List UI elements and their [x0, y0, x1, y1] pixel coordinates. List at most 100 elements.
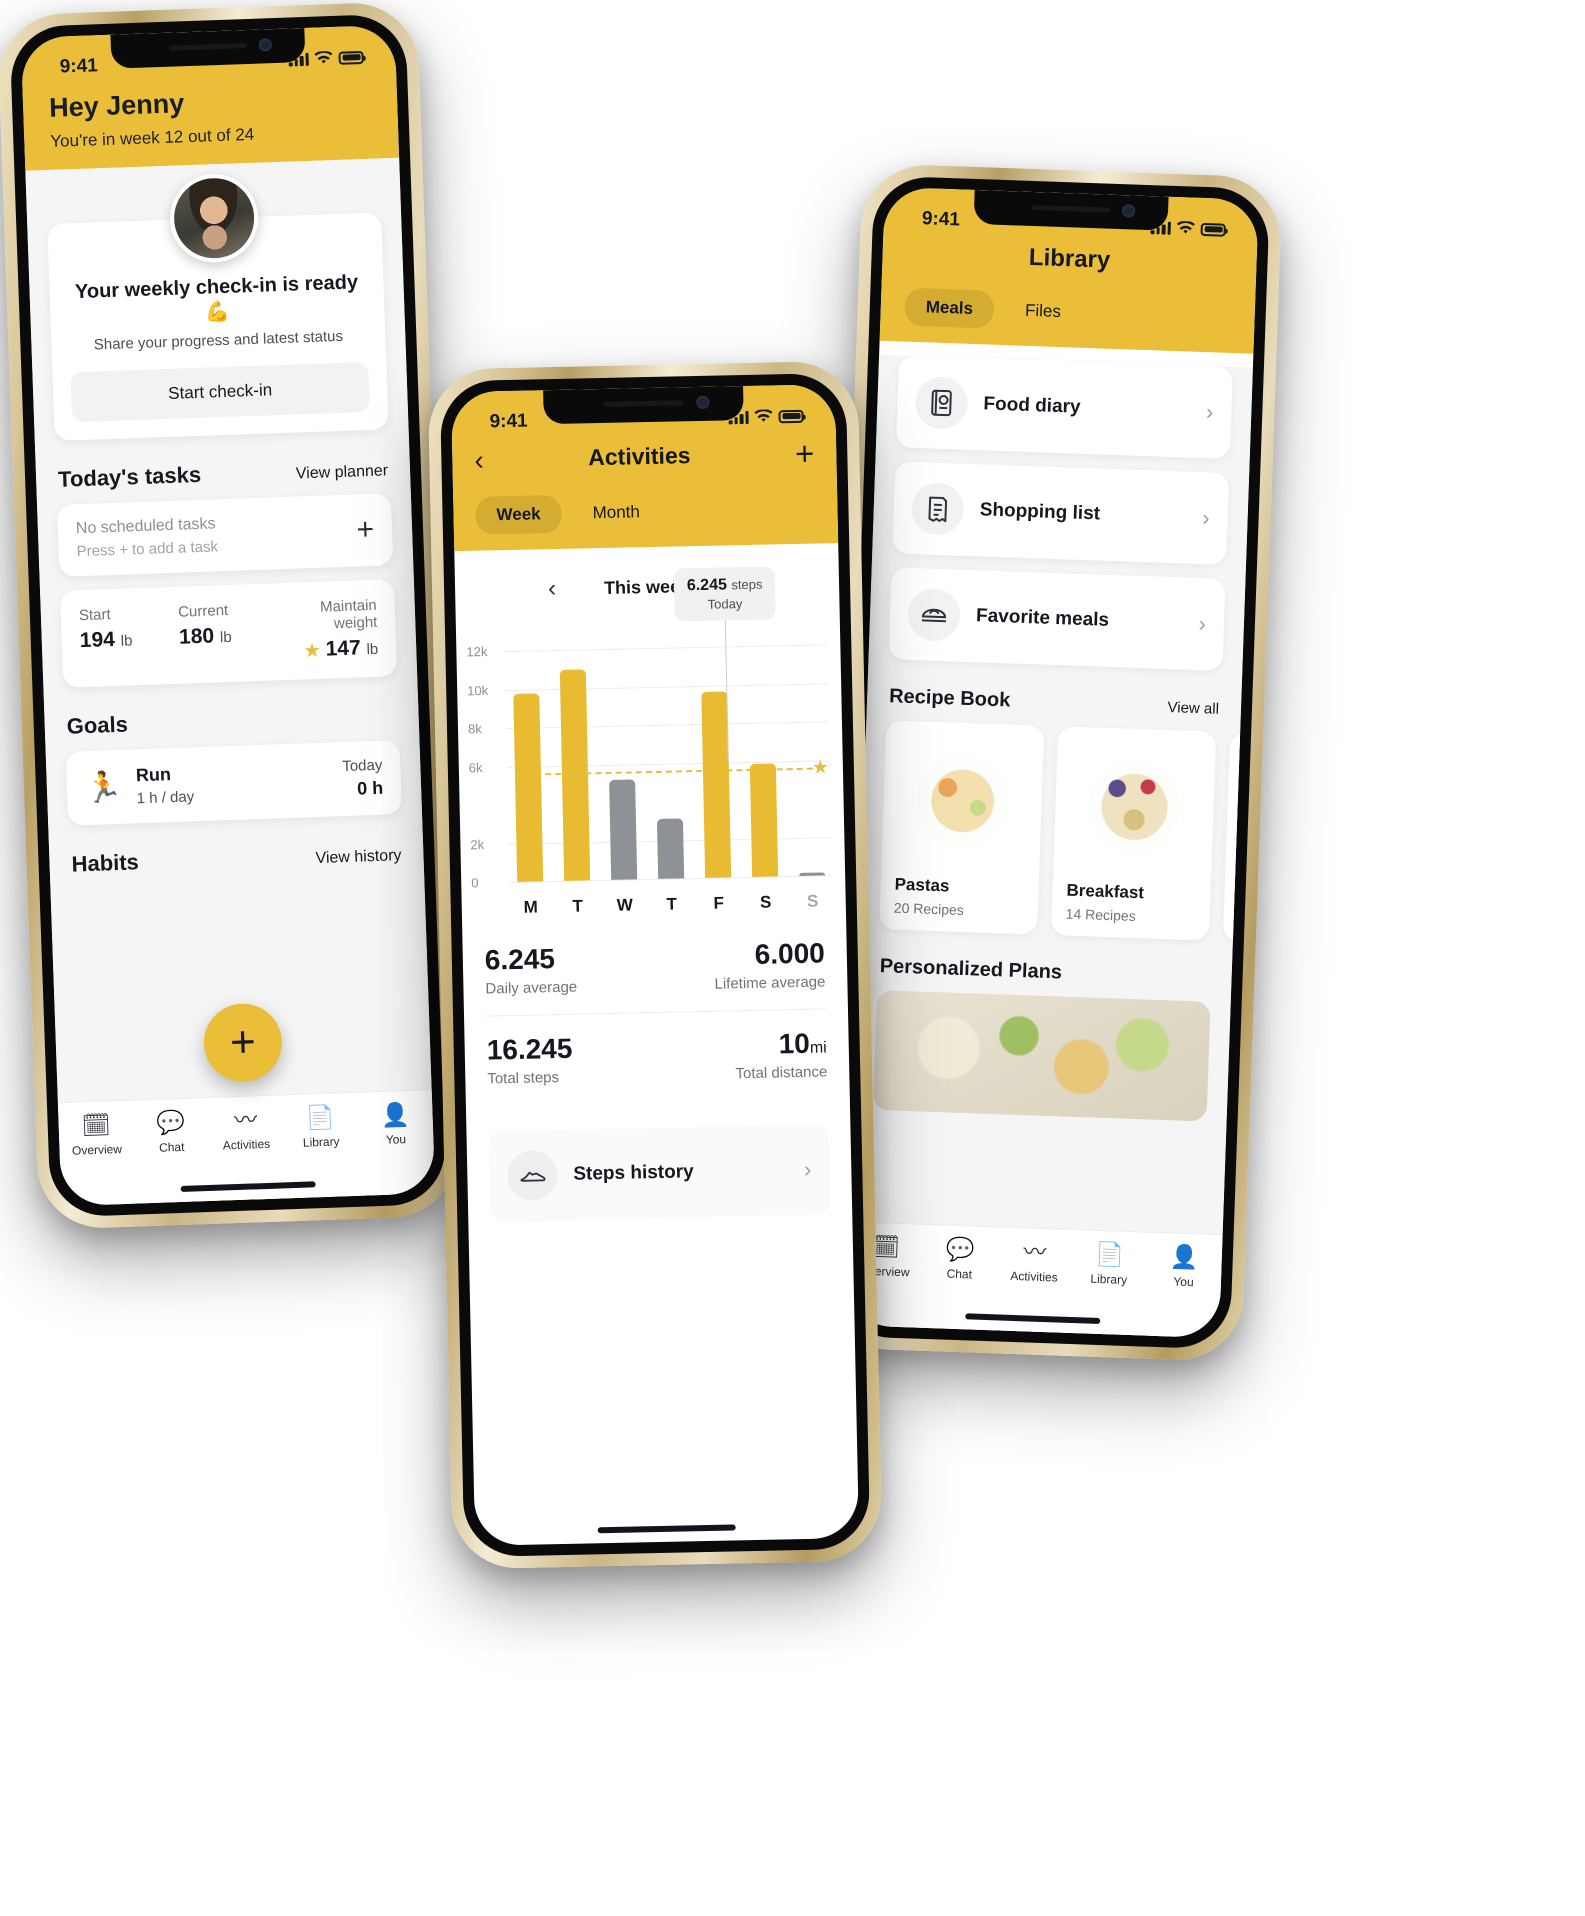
- recipe-card[interactable]: Pastas 20 Recipes: [879, 720, 1045, 935]
- x-tick-label: T: [572, 896, 584, 916]
- tab-you[interactable]: 👤 You: [1146, 1243, 1222, 1291]
- phone2-bezel: 9:41 ‹ Activities + Week Month ‹ This we…: [439, 372, 871, 1558]
- chart-y-axis: 0 2k 6k 8k 10k 12k: [466, 621, 832, 890]
- chart-bars: [512, 629, 826, 882]
- week-progress-text: You're in week 12 out of 24: [50, 124, 255, 151]
- y-tick-label: 10k: [467, 682, 489, 699]
- tab-library[interactable]: 📄 Library: [283, 1104, 359, 1151]
- food-diary-icon: [914, 376, 969, 430]
- tab-activities-label: Activities: [1010, 1268, 1058, 1285]
- library-tabs: Meals Files: [904, 287, 1231, 337]
- battery-icon: [338, 50, 364, 65]
- recipe-image: [1068, 740, 1201, 874]
- no-tasks-label: No scheduled tasks: [75, 515, 216, 538]
- recipe-count: 10 Recipes: [1237, 911, 1258, 930]
- y-tick-label: 0: [471, 875, 479, 891]
- recipe-card-list: Pastas 20 Recipes Breakfast 14 Recipes S…: [879, 720, 1259, 947]
- home-indicator: [597, 1524, 736, 1534]
- stats-block: 6.245 Daily average 6.000 Lifetime avera…: [484, 919, 828, 1106]
- checkin-card[interactable]: Your weekly check-in is ready 💪 Share yo…: [47, 172, 389, 441]
- tab-meals[interactable]: Meals: [904, 287, 995, 329]
- habits-section-header: Habits View history: [71, 840, 402, 878]
- x-tick-label: W: [616, 895, 633, 915]
- chart-x-axis: MTWTFSS: [518, 891, 826, 917]
- tab-you[interactable]: 👤 You: [357, 1101, 433, 1148]
- prev-week-button[interactable]: ‹: [548, 575, 557, 603]
- notch: [973, 189, 1170, 231]
- recipe-name: Breakfast: [1066, 880, 1145, 903]
- library-row-label: Shopping list: [979, 499, 1101, 525]
- tab-overview[interactable]: 🗓 Overview: [58, 1111, 134, 1159]
- front-camera: [695, 395, 710, 410]
- total-steps-value: 16.245: [486, 1032, 573, 1066]
- tab-you-label: You: [1173, 1274, 1194, 1290]
- library-row-shopping-list[interactable]: Shopping list ›: [892, 461, 1230, 565]
- library-row-food-diary[interactable]: Food diary ›: [895, 355, 1233, 460]
- x-tick-label: F: [713, 893, 725, 913]
- goal-item-run[interactable]: 🏃 Run 1 h / day Today 0 h: [65, 740, 403, 826]
- wifi-icon: [754, 409, 773, 422]
- add-activity-button[interactable]: +: [795, 435, 815, 472]
- chart-bar[interactable]: [513, 693, 544, 882]
- back-button[interactable]: ‹: [474, 444, 484, 476]
- start-checkin-button[interactable]: Start check-in: [70, 361, 370, 423]
- tooltip-value: 6.245: [686, 576, 728, 595]
- goals-section-header: Goals: [66, 702, 397, 740]
- speaker: [169, 42, 248, 51]
- library-row-favorite-meals[interactable]: Favorite meals ›: [888, 567, 1226, 671]
- recipe-card[interactable]: Breakfast 14 Recipes: [1050, 726, 1217, 941]
- y-tick-label: 2k: [470, 836, 485, 852]
- goal-star-icon: ★: [811, 757, 830, 780]
- chart-bar[interactable]: [656, 818, 685, 879]
- plan-image[interactable]: [872, 990, 1211, 1122]
- total-distance-unit: mi: [809, 1039, 827, 1057]
- weight-target-value: 147: [325, 636, 362, 661]
- weight-target: Maintain weight ★ 147 lb: [277, 597, 378, 663]
- chart-bar[interactable]: [799, 871, 826, 876]
- add-task-button[interactable]: +: [356, 513, 375, 547]
- recipe-count: 14 Recipes: [1065, 905, 1137, 925]
- view-all-link[interactable]: View all: [1167, 699, 1219, 718]
- weight-current-label: Current: [177, 601, 229, 621]
- task-empty-card[interactable]: No scheduled tasks Press + to add a task…: [57, 493, 394, 577]
- weight-start-label: Start: [78, 606, 111, 625]
- phone3-bezel: 9:41 Library Meals Files Food diary › Sh…: [833, 175, 1271, 1350]
- chart-bar[interactable]: [609, 779, 638, 880]
- goal-name: Run: [135, 764, 172, 786]
- tab-chat[interactable]: 💬 Chat: [133, 1108, 209, 1156]
- tab-activities[interactable]: 〰 Activities: [208, 1106, 284, 1153]
- checkin-subtitle: Share your progress and latest status: [93, 327, 344, 354]
- tab-files[interactable]: Files: [1003, 291, 1082, 332]
- recipe-book-title: Recipe Book: [888, 685, 1011, 712]
- lifetime-average-value: 6.000: [754, 937, 826, 970]
- goal-today-label: Today: [342, 756, 383, 776]
- view-planner-link[interactable]: View planner: [296, 462, 389, 483]
- wifi-icon: [314, 51, 333, 64]
- chat-icon: 💬: [156, 1108, 186, 1136]
- weight-current-value: 180: [178, 624, 215, 649]
- steps-history-row[interactable]: Steps history ›: [488, 1124, 831, 1222]
- stats-row-averages: 6.245 Daily average 6.000 Lifetime avera…: [484, 919, 826, 1015]
- tab-chat-label: Chat: [946, 1266, 973, 1282]
- phone-overview: 9:41 Hey Jenny You're in week 12 out of …: [0, 1, 460, 1230]
- recipe-card[interactable]: Smoothies 10 Recipes: [1222, 732, 1259, 947]
- chart-bar[interactable]: [749, 763, 779, 877]
- segment-week[interactable]: Week: [475, 494, 563, 535]
- x-tick-label: T: [666, 894, 678, 914]
- weight-current: Current 180 lb: [178, 600, 279, 666]
- front-camera: [1122, 204, 1136, 218]
- chevron-right-icon: ›: [1198, 611, 1207, 637]
- tab-library[interactable]: 📄 Library: [1071, 1241, 1147, 1288]
- weight-card: Start 194 lb Current 180 lb Maintain wei…: [60, 579, 398, 688]
- weight-current-unit: lb: [219, 628, 232, 647]
- tab-overview-label: Overview: [71, 1142, 123, 1158]
- avatar: [168, 172, 260, 264]
- library-row-label: Favorite meals: [975, 605, 1110, 631]
- segment-month[interactable]: Month: [571, 493, 661, 533]
- tab-chat[interactable]: 💬 Chat: [922, 1236, 998, 1283]
- tab-activities[interactable]: 〰 Activities: [996, 1238, 1072, 1285]
- tasks-title: Today's tasks: [57, 461, 202, 492]
- week-navigator: ‹ This week ›: [454, 543, 839, 611]
- tab-library-label: Library: [302, 1134, 340, 1150]
- view-history-link[interactable]: View history: [315, 847, 402, 868]
